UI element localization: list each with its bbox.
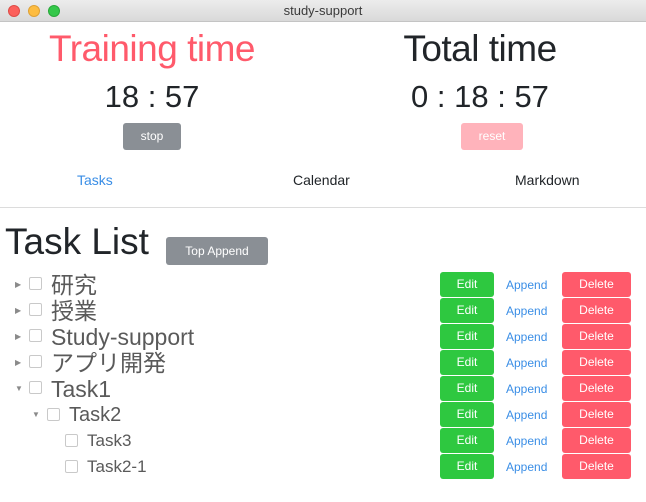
task-checkbox[interactable] [29, 277, 42, 290]
task-row: ▶ 研究 Edit Append Delete [0, 272, 646, 298]
tab-tasks[interactable]: Tasks [77, 171, 113, 189]
append-link[interactable]: Append [506, 376, 547, 402]
tab-markdown[interactable]: Markdown [515, 171, 580, 189]
tab-calendar[interactable]: Calendar [293, 171, 350, 189]
window-titlebar: study-support [0, 0, 646, 22]
delete-button[interactable]: Delete [562, 376, 631, 401]
total-time-value: 0 : 18 : 57 [411, 79, 549, 114]
edit-button[interactable]: Edit [440, 454, 494, 479]
task-name: Task2 [69, 404, 122, 426]
caret-down-icon[interactable]: ▼ [32, 402, 40, 428]
task-row: ▶ アプリ開発 Edit Append Delete [0, 350, 646, 376]
task-name: Task1 [51, 376, 112, 402]
task-checkbox[interactable] [29, 381, 42, 394]
task-checkbox[interactable] [29, 329, 42, 342]
task-row: Task2-1 Edit Append Delete [0, 454, 646, 480]
edit-button[interactable]: Edit [440, 350, 494, 375]
caret-right-icon[interactable]: ▶ [15, 350, 21, 376]
top-append-button[interactable]: Top Append [166, 237, 268, 265]
task-row: ▼ Task1 Edit Append Delete [0, 376, 646, 402]
training-time-value: 18 : 57 [104, 79, 200, 114]
section-divider [0, 207, 646, 208]
task-row: ▶ 授業 Edit Append Delete [0, 298, 646, 324]
append-link[interactable]: Append [506, 298, 547, 324]
caret-right-icon[interactable]: ▶ [15, 272, 21, 298]
edit-button[interactable]: Edit [440, 402, 494, 427]
delete-button[interactable]: Delete [562, 298, 631, 323]
reset-button[interactable]: reset [461, 123, 523, 150]
delete-button[interactable]: Delete [562, 402, 631, 427]
task-name: Study-support [51, 324, 195, 350]
caret-right-icon[interactable]: ▶ [15, 324, 21, 350]
edit-button[interactable]: Edit [440, 428, 494, 453]
training-time-title: Training time [49, 28, 255, 69]
task-checkbox[interactable] [47, 408, 60, 421]
task-row: Task3 Edit Append Delete [0, 428, 646, 454]
task-name: Task2-1 [87, 457, 147, 476]
append-link[interactable]: Append [506, 454, 547, 480]
stop-button[interactable]: stop [123, 123, 181, 150]
task-name: 授業 [51, 298, 97, 324]
task-list-title: Task List [5, 221, 149, 262]
total-time-title: Total time [403, 28, 557, 69]
task-row: ▶ Study-support Edit Append Delete [0, 324, 646, 350]
edit-button[interactable]: Edit [440, 324, 494, 349]
append-link[interactable]: Append [506, 272, 547, 298]
delete-button[interactable]: Delete [562, 272, 631, 297]
edit-button[interactable]: Edit [440, 376, 494, 401]
task-checkbox[interactable] [29, 303, 42, 316]
delete-button[interactable]: Delete [562, 454, 631, 479]
caret-right-icon[interactable]: ▶ [15, 298, 21, 324]
edit-button[interactable]: Edit [440, 298, 494, 323]
append-link[interactable]: Append [506, 350, 547, 376]
caret-down-icon[interactable]: ▼ [15, 376, 23, 402]
task-name: Task3 [87, 431, 132, 450]
delete-button[interactable]: Delete [562, 350, 631, 375]
task-name: 研究 [51, 272, 97, 298]
append-link[interactable]: Append [506, 428, 547, 454]
task-row: ▼ Task2 Edit Append Delete [0, 402, 646, 428]
task-checkbox[interactable] [65, 434, 78, 447]
delete-button[interactable]: Delete [562, 324, 631, 349]
task-name: アプリ開発 [51, 350, 166, 376]
task-checkbox[interactable] [65, 460, 78, 473]
edit-button[interactable]: Edit [440, 272, 494, 297]
append-link[interactable]: Append [506, 402, 547, 428]
append-link[interactable]: Append [506, 324, 547, 350]
task-checkbox[interactable] [29, 355, 42, 368]
delete-button[interactable]: Delete [562, 428, 631, 453]
window-title: study-support [283, 3, 363, 18]
